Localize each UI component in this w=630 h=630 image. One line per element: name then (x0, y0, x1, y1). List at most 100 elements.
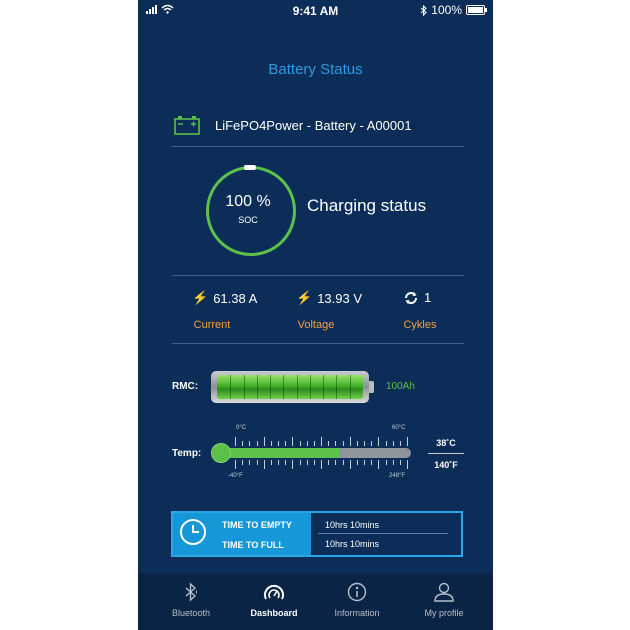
time-to-full-label: TIME TO FULL (222, 540, 284, 550)
device-row[interactable]: LiFePO4Power - Battery - A00001 (174, 112, 464, 138)
thermometer-bulb (211, 443, 231, 463)
rmc-value: 100Ah (386, 381, 415, 392)
status-right: 100% (420, 3, 487, 17)
time-panel: TIME TO EMPTY TIME TO FULL 10hrs 10mins … (171, 511, 463, 557)
scale-tick (257, 460, 258, 465)
scale-tick (314, 441, 315, 446)
battery-cell-divider (230, 375, 231, 399)
scale-tick (285, 460, 286, 465)
scale-tick (371, 460, 372, 465)
scale-tick (335, 441, 336, 446)
thermometer-scale-bottom (235, 460, 408, 470)
info-icon (313, 582, 401, 602)
device-name: LiFePO4Power - Battery - A00001 (215, 117, 412, 133)
divider (172, 275, 464, 276)
scale-tick (307, 460, 308, 465)
scale-tick (271, 441, 272, 446)
scale-tick (400, 460, 401, 465)
lightning-icon: ⚡ (192, 290, 209, 305)
battery-cell-divider (336, 375, 337, 399)
scale-tick (242, 460, 243, 465)
temp-label: Temp: (172, 448, 202, 459)
battery-cell-divider (323, 375, 324, 399)
scale-top-min: 0°C (236, 425, 247, 431)
scale-tick (242, 441, 243, 446)
scale-tick (364, 441, 365, 446)
scale-tick (364, 460, 365, 465)
tab-bar: Bluetooth Dashboard Information My profi… (138, 573, 493, 630)
rmc-label: RMC: (172, 381, 199, 392)
tab-dashboard[interactable]: Dashboard (230, 573, 318, 630)
scale-tick (407, 437, 408, 446)
tab-label: My profile (424, 608, 464, 618)
clock-icon (180, 519, 206, 545)
scale-tick (343, 441, 344, 446)
scale-tick (314, 460, 315, 465)
scale-tick (292, 460, 293, 469)
time-to-full-value: 10hrs 10mins (325, 539, 380, 549)
charging-status: Charging status (307, 196, 427, 215)
profile-icon (400, 582, 488, 602)
current-label: Current (193, 319, 231, 331)
scale-tick (328, 460, 329, 465)
scale-tick (264, 460, 265, 469)
scale-tick (335, 460, 336, 465)
page-title: Battery Status (268, 61, 363, 78)
scale-tick (350, 460, 351, 469)
rmc-battery-cap (369, 381, 374, 393)
tab-bluetooth[interactable]: Bluetooth (147, 573, 235, 630)
voltage-value: 13.93 V (317, 290, 363, 306)
temp-divider (428, 453, 464, 454)
tab-my-profile[interactable]: My profile (400, 573, 488, 630)
time-to-empty-label: TIME TO EMPTY (222, 520, 292, 530)
metric-current: ⚡ 61.38 A (192, 290, 257, 306)
battery-icon (174, 116, 200, 135)
lightning-icon: ⚡ (296, 290, 313, 305)
battery-cell-divider (310, 375, 311, 399)
scale-tick (350, 437, 351, 446)
scale-bottom-max: 248°F (389, 473, 406, 479)
scale-tick (357, 441, 358, 446)
scale-tick (393, 441, 394, 446)
scale-tick (249, 441, 250, 446)
scale-tick (264, 437, 265, 446)
soc-label: SOC (238, 215, 258, 225)
scale-tick (343, 460, 344, 465)
battery-cell-divider (350, 375, 351, 399)
scale-top-max: 60°C (392, 425, 406, 431)
rmc-battery-graphic (211, 371, 369, 403)
scale-tick (328, 441, 329, 446)
scale-tick (271, 460, 272, 465)
tab-label: Information (334, 608, 380, 618)
battery-cell-divider (244, 375, 245, 399)
tab-label: Bluetooth (171, 608, 211, 618)
scale-bottom-min: -40°F (228, 473, 243, 479)
scale-tick (386, 441, 387, 446)
scale-tick (300, 441, 301, 446)
scale-tick (307, 441, 308, 446)
rmc-battery-fill (217, 375, 363, 399)
current-value: 61.38 A (213, 290, 258, 306)
battery-cell-divider (283, 375, 284, 399)
soc-value: 100 % (225, 193, 271, 210)
divider (172, 343, 464, 344)
dashboard-gauge-icon (230, 582, 318, 602)
refresh-icon (405, 291, 417, 304)
scale-tick (278, 441, 279, 446)
scale-tick (321, 460, 322, 469)
metric-voltage: ⚡ 13.93 V (296, 290, 362, 306)
time-panel-labels: TIME TO EMPTY TIME TO FULL (173, 513, 311, 555)
tab-information[interactable]: Information (313, 573, 401, 630)
thermometer-fill (217, 448, 339, 458)
soc-ring-gauge (206, 165, 296, 256)
temp-fahrenheit: 140˚F (434, 460, 458, 470)
tab-label: Dashboard (250, 608, 298, 618)
scale-tick (378, 460, 379, 469)
thermometer-scale-top (235, 436, 408, 446)
time-panel-divider (318, 533, 448, 534)
scale-tick (278, 460, 279, 465)
scale-tick (285, 441, 286, 446)
bluetooth-icon (147, 582, 235, 602)
battery-cell-divider (270, 375, 271, 399)
scale-tick (357, 460, 358, 465)
